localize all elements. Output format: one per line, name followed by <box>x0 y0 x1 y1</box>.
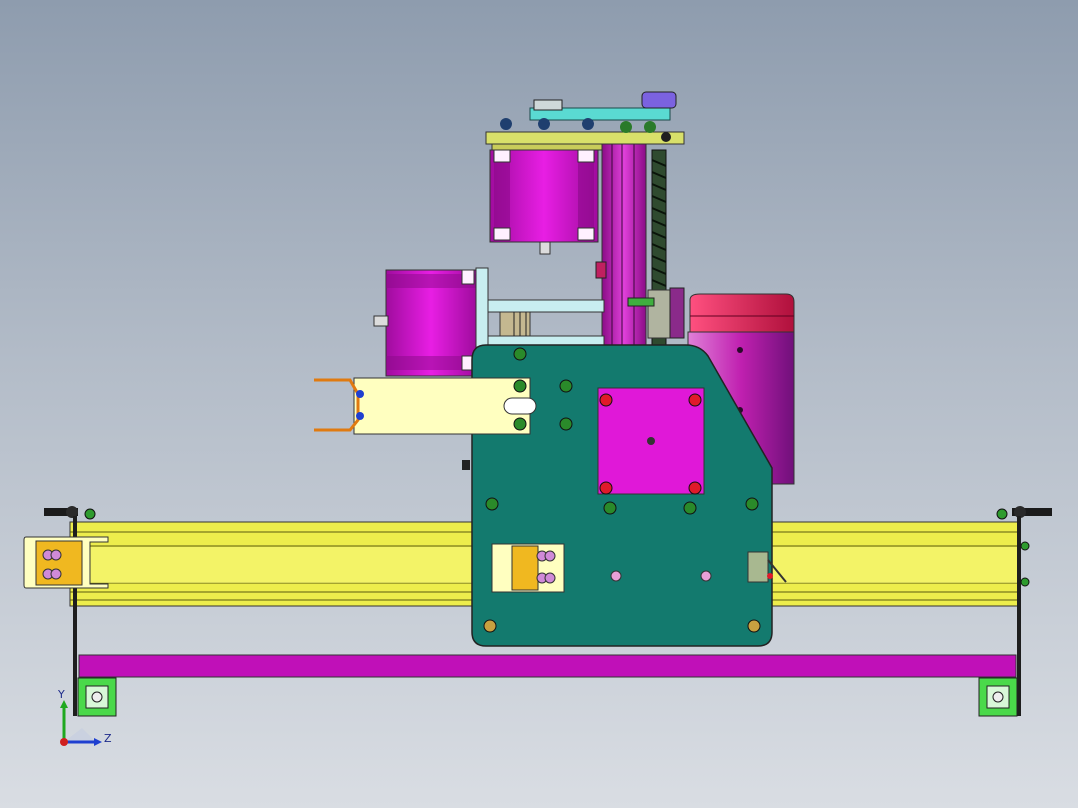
tool-bracket[interactable] <box>314 377 537 435</box>
orientation-triad[interactable]: Y Z <box>50 688 120 755</box>
right-end-screw <box>996 506 1052 520</box>
right-post <box>1017 516 1021 716</box>
right-profile-end <box>978 677 1018 717</box>
base-bar[interactable] <box>78 654 1017 678</box>
motor-mount-frame <box>487 261 607 349</box>
z-axis-column[interactable] <box>601 141 647 349</box>
cnc-assembly-drawing[interactable] <box>0 0 1078 808</box>
z-motor[interactable] <box>489 149 599 255</box>
cad-viewport[interactable]: Y Z <box>0 0 1078 808</box>
left-end-screw <box>44 506 96 520</box>
lower-mount[interactable] <box>491 543 565 593</box>
triad-y-label: Y <box>58 688 65 701</box>
top-plate[interactable] <box>485 131 685 151</box>
triad-z-label: Z <box>104 732 112 745</box>
side-motor[interactable] <box>373 267 489 379</box>
